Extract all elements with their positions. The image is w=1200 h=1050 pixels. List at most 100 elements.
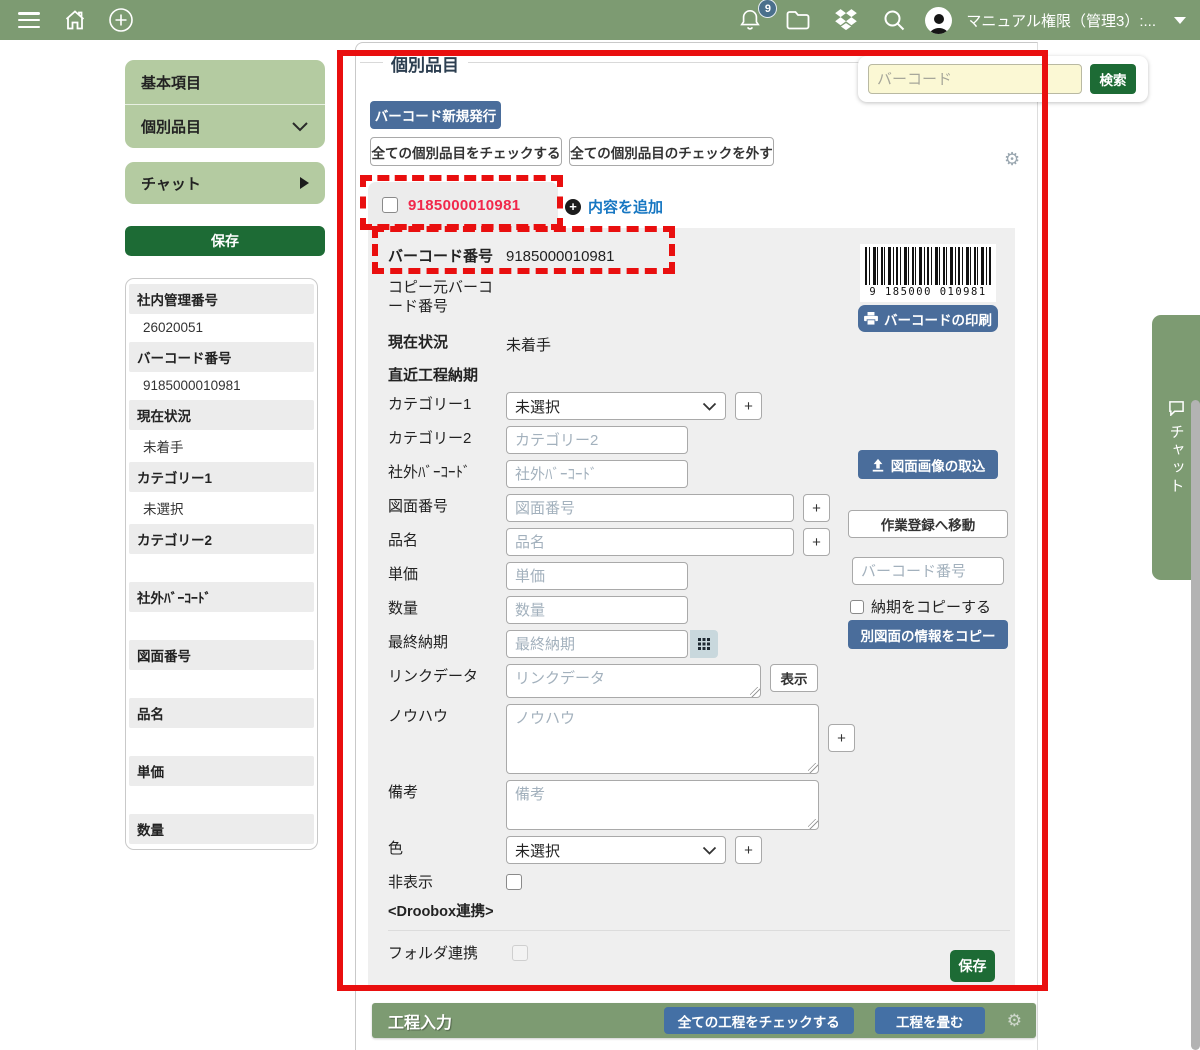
barcode-search-input[interactable] xyxy=(868,64,1082,94)
category1-add-button[interactable]: + xyxy=(735,392,762,420)
import-drawing-button[interactable]: 図面画像の取込 xyxy=(858,450,998,479)
category2-label: カテゴリー2 xyxy=(388,430,472,447)
knowhow-row: ノウハウ + xyxy=(388,704,1015,774)
nearest-process-due-row: 直近工程納期 xyxy=(388,363,1015,386)
remarks-textarea[interactable] xyxy=(506,780,819,830)
scrollbar-thumb[interactable] xyxy=(1191,400,1200,1050)
color-select[interactable]: 未選択 xyxy=(506,836,726,864)
user-avatar[interactable] xyxy=(925,6,953,34)
home-button[interactable] xyxy=(58,3,92,37)
app-window: 9 マニュアル権限（管理3）:... 基本項目 個別品目 チャット 保存 社内管… xyxy=(0,0,1200,1050)
folder-link-checkbox[interactable] xyxy=(512,944,529,961)
search-submit-button[interactable]: 検索 xyxy=(1090,64,1136,94)
copy-due-label: 納期をコピーする xyxy=(871,599,992,616)
sidebar-item-label: 個別品目 xyxy=(141,119,202,136)
user-role-title: マニュアル権限（管理3）:... xyxy=(966,12,1156,30)
category1-selected-value: 未選択 xyxy=(515,398,561,416)
add-content-link[interactable]: + 内容を追加 xyxy=(565,196,663,217)
caret-down-icon[interactable] xyxy=(1174,16,1186,24)
droobox-heading: <Droobox連携> xyxy=(388,900,1010,931)
user-avatar-icon xyxy=(929,13,949,34)
sidebar-field-value: 未着手 xyxy=(143,440,184,455)
drawing-number-label: 図面番号 xyxy=(388,498,449,515)
add-new-button[interactable] xyxy=(104,3,138,37)
uncheck-all-items-button[interactable]: 全ての個別品目のチェックを外す xyxy=(569,137,774,166)
knowhow-add-button[interactable]: + xyxy=(828,724,855,752)
hamburger-icon xyxy=(18,12,40,28)
collapse-processes-button[interactable]: 工程を畳む xyxy=(874,1007,985,1034)
sidebar-field-label: 社外ﾊﾞｰｺｰﾄﾞ xyxy=(129,582,314,612)
copy-other-drawing-button[interactable]: 別図面の情報をコピー xyxy=(848,620,1008,649)
home-icon xyxy=(65,10,85,30)
search-button-topbar[interactable] xyxy=(877,3,911,37)
drawing-number-add-button[interactable]: + xyxy=(803,494,830,522)
sidebar-field-value xyxy=(129,729,314,755)
new-barcode-button[interactable]: バーコード新規発行 xyxy=(370,101,501,129)
category1-select[interactable]: 未選択 xyxy=(506,392,726,420)
section-title: 個別品目 xyxy=(383,51,467,76)
print-barcode-label: バーコードの印刷 xyxy=(884,312,992,328)
barcode-search-card: 検索 xyxy=(858,56,1148,102)
print-barcode-button[interactable]: バーコードの印刷 xyxy=(858,305,998,332)
sidebar-save-button[interactable]: 保存 xyxy=(125,226,325,256)
nearest-process-due-label: 直近工程納期 xyxy=(388,367,479,385)
plus-circle-icon xyxy=(109,8,133,32)
final-due-date-input[interactable] xyxy=(506,630,688,658)
color-label: 色 xyxy=(388,840,404,857)
barcode-number-value: 9185000010981 xyxy=(506,248,615,265)
item-barcode-number: 9185000010981 xyxy=(408,196,521,214)
unit-price-input[interactable] xyxy=(506,562,688,590)
quantity-input[interactable] xyxy=(506,596,688,624)
check-all-processes-button[interactable]: 全ての工程をチェックする xyxy=(663,1007,854,1034)
copy-due-row: 納期をコピーする xyxy=(850,596,991,617)
plus-circle-icon: + xyxy=(565,198,581,215)
color-add-button[interactable]: + xyxy=(735,836,762,864)
item-checkbox[interactable] xyxy=(382,197,398,213)
hidden-checkbox[interactable] xyxy=(506,874,522,890)
copy-barcode-input[interactable] xyxy=(852,557,1004,585)
sidebar-field-value: 未選択 xyxy=(143,502,184,517)
copy-due-checkbox[interactable] xyxy=(850,599,864,614)
current-status-label: 現在状況 xyxy=(388,334,449,352)
link-data-textarea[interactable] xyxy=(506,664,761,698)
sidebar-field-label: 品名 xyxy=(129,698,314,728)
sidebar-summary-panel: 社内管理番号 26020051 バーコード番号 9185000010981 現在状況 未着… xyxy=(125,278,318,850)
calendar-picker-button[interactable] xyxy=(690,630,718,658)
top-bar: 9 マニュアル権限（管理3）:... xyxy=(0,0,1200,40)
sidebar-field-label: バーコード番号 xyxy=(129,342,314,372)
sidebar-field-value: 9185000010981 xyxy=(143,378,241,393)
sidebar-field-label: 単価 xyxy=(129,756,314,786)
check-all-items-button[interactable]: 全ての個別品目をチェックする xyxy=(370,137,562,166)
sidebar-field-value xyxy=(129,845,314,849)
hamburger-menu-icon[interactable] xyxy=(12,3,46,37)
goto-work-registration-button[interactable]: 作業登録へ移動 xyxy=(848,510,1008,538)
sidebar-item-basic[interactable]: 基本項目 xyxy=(125,60,325,104)
external-barcode-input[interactable] xyxy=(506,460,688,488)
sidebar-field-label: 社内管理番号 xyxy=(129,284,314,314)
item-tab[interactable]: 9185000010981 xyxy=(368,182,558,228)
item-name-add-button[interactable]: + xyxy=(803,528,830,556)
notifications-button[interactable]: 9 xyxy=(733,0,778,37)
category2-input[interactable] xyxy=(506,426,688,454)
sidebar-item-individual[interactable]: 個別品目 xyxy=(125,104,325,148)
gear-icon[interactable]: ⚙ xyxy=(1004,150,1020,168)
chat-tab-label: チャット xyxy=(1167,423,1185,496)
link-data-show-button[interactable]: 表示 xyxy=(770,664,818,692)
item-name-input[interactable] xyxy=(506,528,794,556)
dropbox-button[interactable] xyxy=(829,3,863,37)
files-button[interactable] xyxy=(781,3,815,37)
chevron-down-icon xyxy=(702,846,717,855)
gear-icon[interactable]: ⚙ xyxy=(1007,1012,1022,1029)
play-right-icon xyxy=(300,177,309,189)
sidebar-field-label: 数量 xyxy=(129,814,314,844)
folder-icon xyxy=(787,11,810,30)
link-data-label: リンクデータ xyxy=(388,668,479,685)
sidebar-item-chat[interactable]: チャット xyxy=(125,162,325,204)
dropbox-icon xyxy=(835,9,858,31)
drawing-number-input[interactable] xyxy=(506,494,794,522)
sidebar-field-value: 26020051 xyxy=(143,320,204,335)
item-form-panel: バーコード番号 9185000010981 コピー元バーコード番号 現在状況 未着手 直近… xyxy=(368,228,1015,990)
knowhow-textarea[interactable] xyxy=(506,704,819,774)
barcode-digits: 9 185000 010981 xyxy=(869,286,987,298)
form-save-button[interactable]: 保存 xyxy=(950,950,995,982)
